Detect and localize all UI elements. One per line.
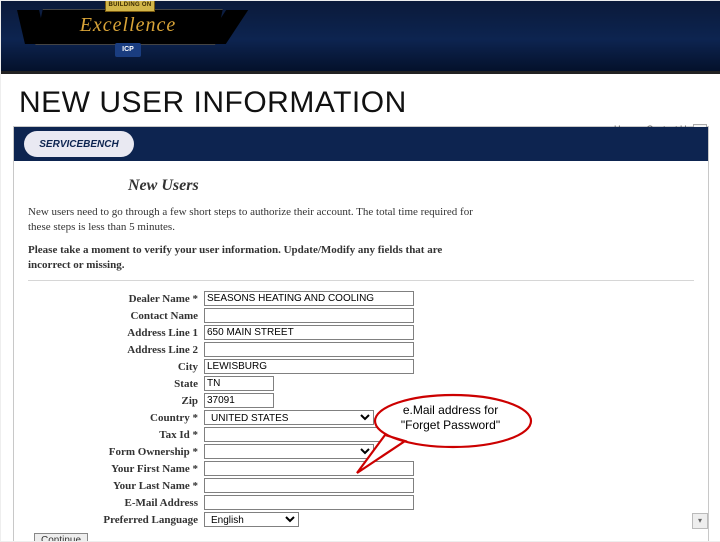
dealer-name-label: Dealer Name [28,293,204,305]
app-title-bar: SERVICEBENCH [14,127,708,161]
email-input[interactable] [204,495,414,510]
app-body: New Users New users need to go through a… [14,161,708,542]
badge-top-label: BUILDING ON [105,0,155,12]
country-label: Country [28,412,204,424]
zip-label: Zip [28,395,204,407]
intro-paragraph-1: New users need to go through a few short… [28,205,478,235]
zip-input[interactable] [204,393,274,408]
city-input[interactable] [204,359,414,374]
form-ownership-select[interactable] [204,444,374,459]
presentation-header: BUILDING ON Excellence ICP [1,1,720,74]
language-label: Preferred Language [28,514,204,526]
callout-line1: e.Mail address for [403,403,498,417]
badge-script-text: Excellence [63,14,193,37]
slide-title: NEW USER INFORMATION [19,86,720,120]
continue-button[interactable]: Continue [34,533,88,542]
email-label: E-Mail Address [28,497,204,509]
language-select[interactable]: English [204,512,299,527]
first-name-label: Your First Name [28,463,204,475]
address2-label: Address Line 2 [28,344,204,356]
intro-paragraph-2: Please take a moment to verify your user… [28,243,478,273]
country-select[interactable]: UNITED STATES [204,410,374,425]
address1-label: Address Line 1 [28,327,204,339]
dealer-name-input[interactable] [204,291,414,306]
contact-name-label: Contact Name [28,310,204,322]
address1-input[interactable] [204,325,414,340]
state-input[interactable] [204,376,274,391]
divider [28,280,694,281]
excellence-badge: BUILDING ON Excellence ICP [39,0,219,69]
annotation-callout: e.Mail address for "Forget Password" [353,391,533,451]
contact-name-input[interactable] [204,308,414,323]
address2-input[interactable] [204,342,414,357]
section-heading: New Users [128,177,694,195]
city-label: City [28,361,204,373]
last-name-label: Your Last Name [28,480,204,492]
callout-line2: "Forget Password" [401,418,500,432]
state-label: State [28,378,204,390]
servicebench-logo: SERVICEBENCH [24,131,134,157]
scroll-down-icon[interactable]: ▾ [692,513,708,529]
badge-bottom-label: ICP [115,43,141,57]
form-ownership-label: Form Ownership [28,446,204,458]
taxid-label: Tax Id [28,429,204,441]
